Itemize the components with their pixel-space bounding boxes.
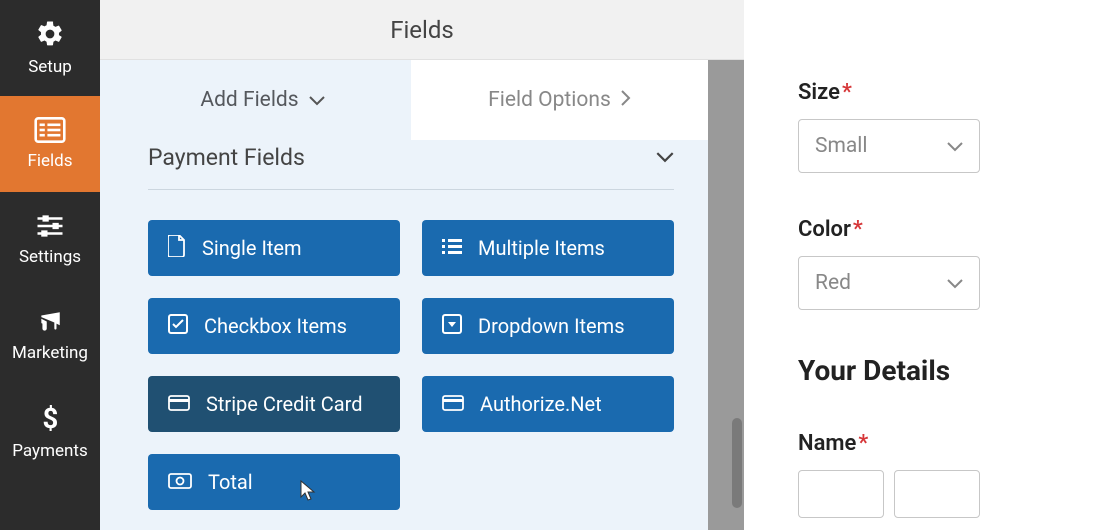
sidebar-item-label: Setup <box>28 57 72 77</box>
field-total[interactable]: Total <box>148 454 400 510</box>
svg-text:$: $ <box>43 403 59 433</box>
field-label: Total <box>208 470 253 494</box>
file-icon <box>168 235 186 262</box>
checkbox-icon <box>168 314 188 339</box>
sidebar-item-label: Settings <box>19 247 81 267</box>
field-label: Multiple Items <box>478 236 605 260</box>
tab-label: Field Options <box>488 88 611 112</box>
required-asterisk: * <box>858 431 868 456</box>
credit-card-icon <box>442 392 464 416</box>
sidebar-item-marketing[interactable]: Marketing <box>0 288 100 384</box>
chevron-down-icon <box>309 88 325 112</box>
field-label: Stripe Credit Card <box>206 392 362 416</box>
field-dropdown-items[interactable]: Dropdown Items <box>422 298 674 354</box>
field-stripe-credit-card[interactable]: Stripe Credit Card <box>148 376 400 432</box>
bullhorn-icon <box>35 309 65 335</box>
tab-label: Add Fields <box>200 88 298 112</box>
label-name: Name* <box>798 431 1060 456</box>
section-heading-your-details: Your Details <box>798 354 1060 387</box>
field-label: Single Item <box>202 236 302 260</box>
scrollbar-thumb[interactable] <box>732 418 742 508</box>
list-icon <box>34 117 66 143</box>
tab-add-fields[interactable]: Add Fields <box>114 60 411 140</box>
sidebar-item-label: Fields <box>27 151 72 171</box>
select-value: Red <box>815 271 851 295</box>
sidebar: Setup Fields Settings Marketing $ Paymen… <box>0 0 100 530</box>
sidebar-item-label: Marketing <box>12 343 88 363</box>
chevron-down-icon[interactable] <box>656 148 674 167</box>
required-asterisk: * <box>853 217 863 242</box>
sidebar-item-settings[interactable]: Settings <box>0 192 100 288</box>
field-checkbox-items[interactable]: Checkbox Items <box>148 298 400 354</box>
label-color: Color* <box>798 217 1060 242</box>
required-asterisk: * <box>842 80 852 105</box>
chevron-down-icon <box>947 271 963 295</box>
input-last-name[interactable] <box>894 470 980 518</box>
field-multiple-items[interactable]: Multiple Items <box>422 220 674 276</box>
sidebar-item-payments[interactable]: $ Payments <box>0 384 100 480</box>
sidebar-item-fields[interactable]: Fields <box>0 96 100 192</box>
field-single-item[interactable]: Single Item <box>148 220 400 276</box>
label-size: Size* <box>798 80 1060 105</box>
gear-icon <box>35 19 65 49</box>
list-icon <box>442 236 462 260</box>
tab-field-options[interactable]: Field Options <box>411 60 708 140</box>
field-label: Checkbox Items <box>204 314 347 338</box>
page-title: Fields <box>100 0 744 60</box>
field-authorize-net[interactable]: Authorize.Net <box>422 376 674 432</box>
sidebar-item-label: Payments <box>12 441 87 461</box>
caret-square-icon <box>442 314 462 339</box>
form-preview: Size* Small Color* Red Your Details Name… <box>758 0 1100 530</box>
dollar-icon: $ <box>41 403 59 433</box>
chevron-right-icon <box>621 88 631 112</box>
tabs: Add Fields Field Options <box>114 60 708 140</box>
sidebar-item-setup[interactable]: Setup <box>0 0 100 96</box>
field-label: Authorize.Net <box>480 392 602 416</box>
sliders-icon <box>35 213 65 239</box>
select-color[interactable]: Red <box>798 256 980 310</box>
field-label: Dropdown Items <box>478 314 625 338</box>
select-value: Small <box>815 134 868 158</box>
resize-gutter[interactable] <box>708 60 744 530</box>
chevron-down-icon <box>947 134 963 158</box>
money-icon <box>168 470 192 494</box>
input-first-name[interactable] <box>798 470 884 518</box>
credit-card-icon <box>168 392 190 416</box>
select-size[interactable]: Small <box>798 119 980 173</box>
section-title: Payment Fields <box>148 144 305 171</box>
